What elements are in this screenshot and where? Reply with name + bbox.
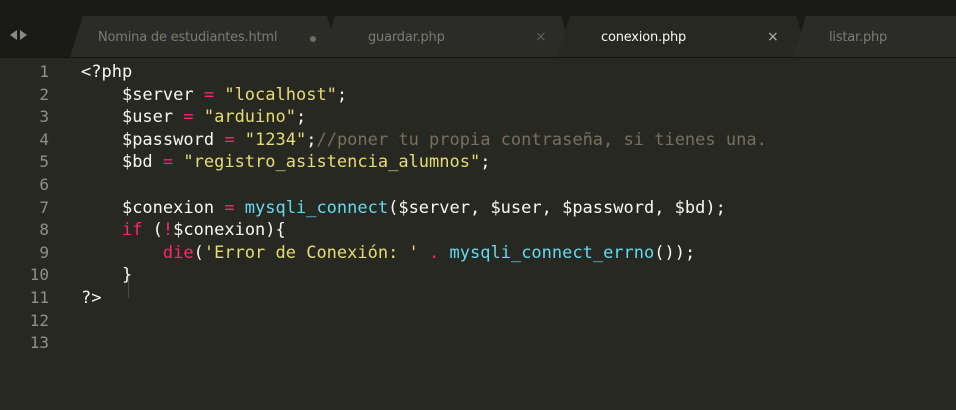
line-number: 7 [39,197,49,217]
line-number: 1 [39,62,49,81]
operator: ! [162,220,174,241]
operator: = [193,84,225,105]
operator: . [429,242,440,263]
arguments: ($server, $user, $password, $bd); [388,197,726,218]
punctuation: ; [336,84,348,105]
php-open-tag: <?php [81,62,133,82]
operator: = [152,152,184,173]
operator: = [173,107,204,128]
tab-navigation [10,28,27,42]
line-number: 5 [39,152,49,172]
tab-label: guardar.php [368,30,445,45]
keyword: if [121,220,143,241]
close-tab-icon[interactable]: × [767,29,779,45]
tab-conexion[interactable]: conexion.php × [557,16,809,57]
punctuation: ; [295,107,307,128]
condition: $conexion){ [173,220,286,241]
code-line: die('Error de Conexión: ' . mysqli_conne… [81,242,956,265]
line-number: 6 [39,174,49,194]
code-line: ?> [81,287,956,310]
unsaved-dot-icon[interactable] [310,36,316,42]
tab-label: listar.php [829,30,888,45]
code-line: <?php [81,61,956,84]
code-line: $server = "localhost"; [81,84,956,107]
keyword: die [162,242,194,263]
previous-tab-arrow-icon[interactable] [10,30,17,40]
line-number: 13 [29,333,49,353]
comment: //poner tu propia contraseña, si tienes … [316,129,767,150]
variable: $user [121,107,174,128]
line-number: 9 [39,242,49,262]
operator: = [214,197,245,218]
punctuation: ( [193,242,204,263]
indent-guide [128,276,129,298]
line-number: 8 [39,220,49,240]
line-number: 11 [29,287,49,307]
operator: = [214,129,245,150]
variable: $conexion [121,197,215,218]
tab-guardar[interactable]: guardar.php × [322,16,574,57]
variable: $password [121,129,215,150]
line-number: 2 [39,84,49,104]
string-literal: "localhost" [224,84,337,105]
code-area[interactable]: <?php $server = "localhost"; $user = "ar… [81,61,956,355]
function-call: mysqli_connect_errno [449,242,655,263]
code-line: $password = "1234";//poner tu propia con… [81,129,956,152]
punctuation: ()); [654,242,696,263]
tab-listar[interactable]: listar.php [793,16,956,57]
tab-label: conexion.php [601,30,687,45]
string-literal: "arduino" [203,107,296,128]
punctuation: ( [142,220,163,241]
variable: $bd [121,152,153,173]
php-close-tag: ?> [81,287,102,308]
string-literal: "registro_asistencia_alumnos" [183,152,481,173]
line-number: 4 [39,129,49,149]
code-editor: Nomina de estudiantes.html guardar.php ×… [0,0,956,410]
code-line: $user = "arduino"; [81,106,956,129]
line-number: 3 [39,107,49,127]
next-tab-arrow-icon[interactable] [20,30,27,40]
line-number: 10 [29,265,49,285]
string-literal: "1234" [244,129,307,150]
tab-label: Nomina de estudiantes.html [98,30,278,45]
tab-bar: Nomina de estudiantes.html guardar.php ×… [0,0,956,58]
line-number: 12 [29,310,49,330]
code-line: $bd = "registro_asistencia_alumnos"; [81,151,956,174]
code-line: } [81,264,956,287]
punctuation: ; [306,129,317,150]
code-line: if (!$conexion){ [81,219,956,242]
line-number-gutter: 1 2 3 4 5 6 7 8 9 10 11 12 13 [0,61,60,355]
code-line: $conexion = mysqli_connect($server, $use… [81,197,956,220]
tab-nomina-de-estudiantes[interactable]: Nomina de estudiantes.html [70,16,340,57]
close-tab-icon[interactable]: × [535,29,547,45]
variable: $server [121,84,194,105]
punctuation: ; [480,152,491,173]
function-call: mysqli_connect [244,197,389,218]
string-literal: 'Error de Conexión: ' [203,242,419,263]
